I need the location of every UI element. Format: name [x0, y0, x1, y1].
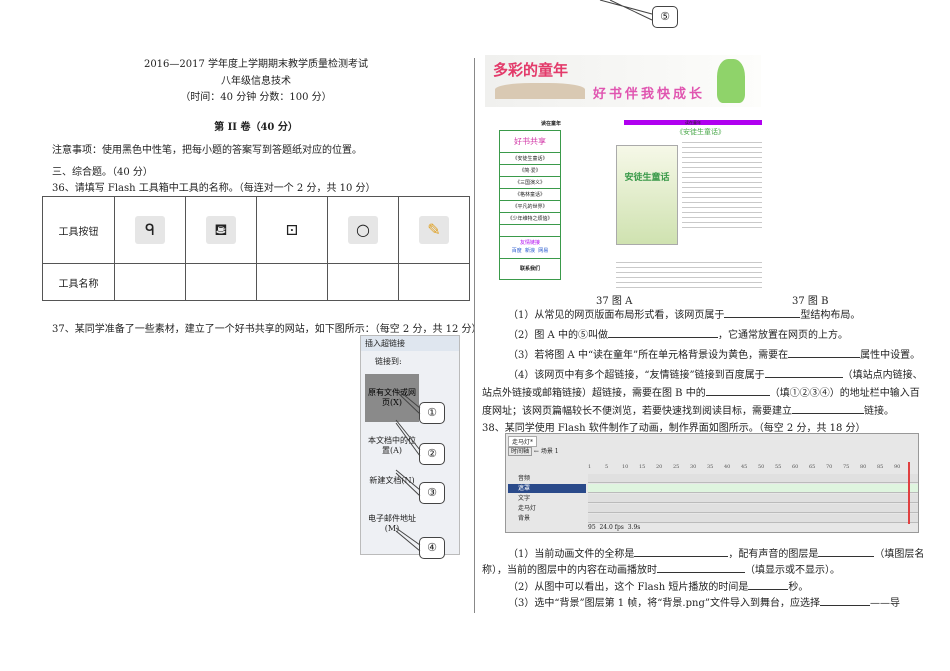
layer-track[interactable] — [588, 494, 918, 503]
ruler-tick: 45 — [741, 464, 748, 470]
ruler-tick: 30 — [690, 464, 697, 470]
article-bar: 读在童年 — [624, 120, 762, 125]
ruler-tick: 75 — [843, 464, 850, 470]
q37-2: （2）图 A 中的⑤叫做 ，它通常放置在网页的上方。 — [508, 330, 848, 341]
article-title: 《安徒生童话》 — [676, 128, 725, 136]
ruler-tick: 10 — [622, 464, 629, 470]
layer-track[interactable] — [588, 484, 918, 493]
ruler-tick: 35 — [707, 464, 714, 470]
book-graphic — [495, 83, 585, 99]
q38-2: （2）从图中可以看出，这个 Flash 短片播放的时间是 秒。 — [508, 582, 809, 593]
ruler-tick: 1 — [588, 464, 592, 470]
q37-1: （1）从常见的网页版面布局形式看，该网页属于 型结构布局。 — [508, 310, 861, 321]
ruler-tick: 80 — [860, 464, 867, 470]
site-banner: 多彩的童年 好书伴我快成长 — [485, 55, 761, 107]
fig-b-label: 37 图 B — [792, 296, 829, 307]
layer-row[interactable]: 音频 — [508, 474, 586, 483]
ruler-tick: 25 — [673, 464, 680, 470]
ruler-tick: 90 — [894, 464, 901, 470]
layer-track[interactable] — [588, 514, 918, 523]
ruler-tick: 55 — [775, 464, 782, 470]
nav-heading: 读在童年 — [541, 121, 562, 127]
nav-item[interactable]: 《平凡的世界》 — [500, 201, 560, 213]
q37-4c: 度网址；该网页篇幅较长不便浏览，若要快速找到阅读目标，需要建立 链接。 — [482, 406, 894, 417]
q37-4: （4）该网页中有多个超链接，“友情链接”链接到百度属于 （填站点内链接、 — [508, 370, 923, 381]
nav-title: 好书共享 — [500, 131, 560, 153]
timeline-button[interactable]: 时间轴 — [508, 447, 533, 456]
ruler-tick: 50 — [758, 464, 765, 470]
q38-1b: 称），当前的图层中的内容在动画播放时 （填显示或不显示）。 — [482, 565, 840, 576]
nav-item[interactable]: 《格林童话》 — [500, 189, 560, 201]
book-cover: 安徒生童话 — [616, 145, 678, 245]
q38-3: （3）选中“背景”图层第 1 帧，将“背景.png”文件导入到舞台，应选择 ——导 — [508, 598, 900, 609]
column-divider — [474, 58, 475, 613]
scene-label[interactable]: 场景 1 — [541, 448, 559, 455]
q38-text: 38、某同学使用 Flash 软件制作了动画，制作界面如图所示。（每空 2 分，… — [482, 423, 866, 434]
layer-track[interactable] — [588, 474, 918, 483]
nav-box: 好书共享 《安徒生童话》 《简·爱》 《三国演义》 《格林童话》 《平凡的世界》… — [499, 130, 561, 280]
layer-row[interactable]: 文字 — [508, 494, 586, 503]
banner-title: 多彩的童年 — [493, 61, 569, 79]
friend-link[interactable]: 网易 — [538, 248, 548, 254]
layer-row[interactable]: 遮罩 — [508, 484, 586, 493]
webpage-figure: 读在童年 好书共享 《安徒生童话》 《简·爱》 《三国演义》 《格林童话》 《平… — [496, 120, 766, 292]
q37-3: （3）若将图 A 中“读在童年”所在单元格背景设为黄色，需要在 属性中设置。 — [508, 350, 921, 361]
friend-link[interactable]: 百度 — [512, 248, 522, 254]
ruler-tick: 15 — [639, 464, 646, 470]
ruler-tick: 70 — [826, 464, 833, 470]
layer-track[interactable] — [588, 504, 918, 513]
fig-a-label: 37 图 A — [596, 296, 633, 307]
article-text — [616, 260, 762, 290]
timeline-status: 95 24.0 fps 3.9s — [588, 524, 641, 531]
ruler-tick: 85 — [877, 464, 884, 470]
nav-item[interactable]: 《简·爱》 — [500, 165, 560, 177]
ruler-tick: 20 — [656, 464, 663, 470]
ruler-tick: 60 — [792, 464, 799, 470]
friends-label: 友情链接 — [519, 240, 540, 246]
q37-4b: 站点外链接或邮箱链接）超链接，需要在图 B 中的 （填①②③④）的地址栏中输入百 — [482, 388, 920, 399]
layer-row[interactable]: 背景 — [508, 514, 586, 523]
q38-1: （1）当前动画文件的全称是 ，配有声音的图层是 （填图层名 — [508, 549, 925, 560]
banner-slogan: 好书伴我快成长 — [593, 87, 706, 102]
nav-item[interactable]: 《安徒生童话》 — [500, 153, 560, 165]
flash-timeline: 走马灯* 时间轴 ← 场景 1 1 5 10 15 20 25 30 35 40 45 50 55 60… — [505, 433, 919, 533]
friend-link[interactable]: 新浪 — [525, 248, 535, 254]
playhead[interactable] — [908, 462, 910, 524]
girl-illustration — [717, 59, 745, 103]
article-text — [682, 140, 762, 230]
layer-row[interactable]: 走马灯 — [508, 504, 586, 513]
ruler-tick: 40 — [724, 464, 731, 470]
ruler-tick: 65 — [809, 464, 816, 470]
nav-item[interactable]: 《少年维特之烦恼》 — [500, 213, 560, 225]
contact-link[interactable]: 联系我们 — [500, 259, 560, 279]
ruler-tick: 5 — [605, 464, 609, 470]
nav-item[interactable]: 《三国演义》 — [500, 177, 560, 189]
